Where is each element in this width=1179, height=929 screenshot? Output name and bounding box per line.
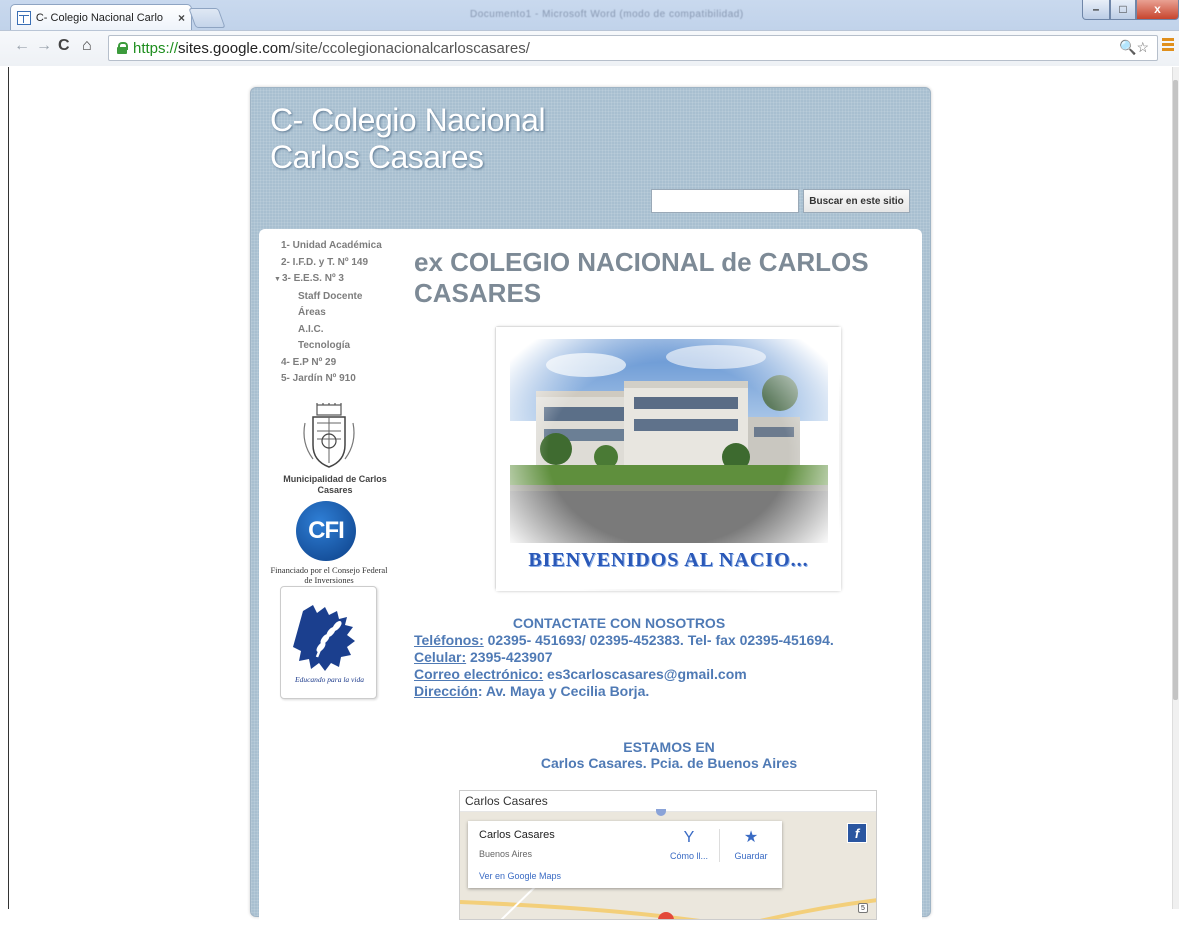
- sidebar-item-unidad-academica[interactable]: 1- Unidad Académica: [281, 238, 401, 255]
- directions-label: Cómo ll...: [669, 851, 708, 861]
- nav-label: Áreas: [298, 307, 326, 318]
- municipalidad-crest-icon[interactable]: [299, 403, 359, 471]
- browser-toolbar: ← → C ⌂ https://sites.google.com/site/cc…: [0, 30, 1179, 66]
- nav-label: 2- I.F.D. y T. Nº 149: [281, 256, 369, 268]
- site-title[interactable]: C- Colegio Nacional Carlos Casares: [270, 102, 610, 176]
- site-frame: C- Colegio Nacional Carlos Casares Busca…: [250, 87, 931, 929]
- sidebar-item-tecnologia[interactable]: Tecnología: [281, 338, 401, 355]
- location-line-1: ESTAMOS EN: [623, 739, 715, 755]
- url-scheme: https://: [133, 39, 179, 57]
- lock-icon: [117, 42, 128, 54]
- expand-triangle-icon[interactable]: ▼: [274, 276, 281, 283]
- tab-title: C- Colegio Nacional Carlo: [35, 11, 164, 24]
- view-in-google-maps-link[interactable]: Ver en Google Maps: [479, 871, 561, 881]
- map-layers-icon[interactable]: f: [847, 823, 867, 843]
- nav-label: A.I.C.: [298, 323, 324, 335]
- nav-label: 5- Jardín Nº 910: [281, 373, 356, 384]
- background-window-title: Documento1 - Microsoft Word (modo de com…: [470, 9, 744, 20]
- star-icon: ★: [743, 829, 759, 846]
- maximize-button[interactable]: □: [1110, 0, 1136, 20]
- sites-favicon-icon: [17, 10, 31, 25]
- educando-caption: Educando para la vida: [295, 675, 364, 684]
- cell-line: Celular: 2395-423907: [414, 649, 914, 666]
- directions-button[interactable]: Y Cómo ll...: [659, 829, 719, 861]
- maximize-icon: □: [1119, 2, 1127, 16]
- address-label[interactable]: Dirección: [414, 683, 478, 699]
- reload-icon[interactable]: C: [58, 37, 70, 55]
- cell-value: 2395-423907: [466, 649, 553, 665]
- save-place-button[interactable]: ★ Guardar: [721, 829, 781, 861]
- new-tab-button[interactable]: [188, 8, 226, 28]
- phones-label[interactable]: Teléfonos:: [414, 632, 484, 648]
- embedded-map[interactable]: Carlos Casares Carlos Casares Buenos Air…: [459, 790, 877, 920]
- save-label: Guardar: [734, 851, 768, 861]
- sidebar-item-areas[interactable]: Áreas: [281, 305, 401, 322]
- sidebar-item-jardin-910[interactable]: 5- Jardín Nº 910: [281, 371, 401, 388]
- card-divider: [719, 829, 720, 862]
- map-info-card: Carlos Casares Buenos Aires Ver en Googl…: [468, 821, 782, 888]
- sidebar-item-ifdyt-149[interactable]: 2- I.F.D. y T. Nº 149: [281, 255, 401, 272]
- address-bar[interactable]: https://sites.google.com/site/ccolegiona…: [108, 35, 1158, 61]
- phones-value: 02395- 451693/ 02395-452383. Tel- fax 02…: [483, 632, 834, 648]
- cell-label[interactable]: Celular:: [414, 649, 466, 665]
- browser-tab[interactable]: C- Colegio Nacional Carlo ×: [10, 4, 192, 30]
- contact-block: CONTACTATE CON NOSOTROS Teléfonos: 02395…: [414, 615, 914, 700]
- tab-close-icon[interactable]: ×: [178, 11, 185, 25]
- home-icon[interactable]: ⌂: [82, 37, 92, 55]
- close-window-button[interactable]: x: [1136, 0, 1179, 20]
- contact-title: CONTACTATE CON NOSOTROS: [512, 615, 726, 631]
- cfi-logo[interactable]: CFI: [296, 501, 356, 561]
- sidebar-item-aic[interactable]: A.I.C.: [281, 322, 401, 339]
- tab-strip: C- Colegio Nacional Carlo × Documento1 -…: [0, 0, 1179, 30]
- cfi-logo-text: CFI: [308, 517, 345, 544]
- minimize-icon: –: [1092, 2, 1100, 16]
- municipalidad-caption: Municipalidad de Carlos Casares: [283, 474, 387, 495]
- map-title: Carlos Casares: [460, 791, 876, 812]
- nav-label: 1- Unidad Académica: [281, 240, 382, 251]
- cfi-caption: Financiado por el Consejo Federal de Inv…: [270, 565, 388, 585]
- sidebar-nav: 1- Unidad Académica 2- I.F.D. y T. Nº 14…: [274, 238, 401, 388]
- map-place-region: Buenos Aires: [479, 849, 533, 859]
- page-title: ex COLEGIO NACIONAL de CARLOS CASARES: [414, 247, 869, 308]
- wheat-gear-icon: [293, 605, 355, 671]
- school-photo[interactable]: BIENVENIDOS AL NACIO...: [495, 326, 841, 591]
- map-place-name: Carlos Casares: [479, 829, 555, 841]
- scrollbar-thumb[interactable]: [1173, 80, 1178, 700]
- nav-label: Staff Docente: [298, 290, 363, 302]
- content-panel: 1- Unidad Académica 2- I.F.D. y T. Nº 14…: [259, 229, 922, 929]
- route-badge: 5: [858, 903, 868, 913]
- sidebar-item-ep-29[interactable]: 4- E.P Nº 29: [281, 355, 401, 372]
- close-icon: x: [1154, 2, 1161, 16]
- site-search-input[interactable]: [651, 189, 799, 213]
- chrome-menu-icon[interactable]: [1162, 38, 1174, 53]
- directions-icon: Y: [683, 829, 695, 846]
- address-line: Dirección: Av. Maya y Cecilia Borja.: [414, 683, 914, 700]
- forward-arrow-icon[interactable]: →: [36, 37, 52, 55]
- minimize-button[interactable]: –: [1082, 0, 1110, 20]
- url-path: /site/ccolegionacionalcarloscasares/: [290, 39, 530, 57]
- educando-logo[interactable]: Educando para la vida: [280, 586, 377, 699]
- url-text: https://sites.google.com/site/ccolegiona…: [133, 40, 530, 57]
- phones-line: Teléfonos: 02395- 451693/ 02395-452383. …: [414, 632, 914, 649]
- zoom-and-star-icons[interactable]: 🔍☆: [1119, 39, 1149, 56]
- nav-label: 4- E.P Nº 29: [281, 356, 337, 368]
- sidebar-item-staff-docente[interactable]: Staff Docente: [281, 289, 401, 306]
- email-value: es3carloscasares@gmail.com: [543, 666, 747, 682]
- back-arrow-icon[interactable]: ←: [14, 37, 30, 55]
- sidebar-item-ees-3[interactable]: ▼3- E.E.S. Nº 3: [274, 271, 401, 289]
- email-line: Correo electrónico: es3carloscasares@gma…: [414, 666, 914, 683]
- photo-caption: BIENVENIDOS AL NACIO...: [528, 549, 809, 571]
- address-value: : Av. Maya y Cecilia Borja.: [477, 683, 650, 699]
- url-host: sites.google.com: [178, 39, 291, 57]
- site-search-button[interactable]: Buscar en este sitio: [803, 189, 910, 213]
- nav-label: Tecnología: [298, 340, 351, 351]
- location-line-2: Carlos Casares. Pcia. de Buenos Aires: [540, 755, 798, 771]
- nav-label: 3- E.E.S. Nº 3: [281, 273, 344, 284]
- email-label[interactable]: Correo electrónico:: [414, 666, 543, 682]
- location-text: ESTAMOS EN Carlos Casares. Pcia. de Buen…: [499, 739, 839, 771]
- map-canvas[interactable]: Carlos Casares Buenos Aires Ver en Googl…: [460, 809, 876, 919]
- browser-chrome: C- Colegio Nacional Carlo × Documento1 -…: [0, 0, 1179, 66]
